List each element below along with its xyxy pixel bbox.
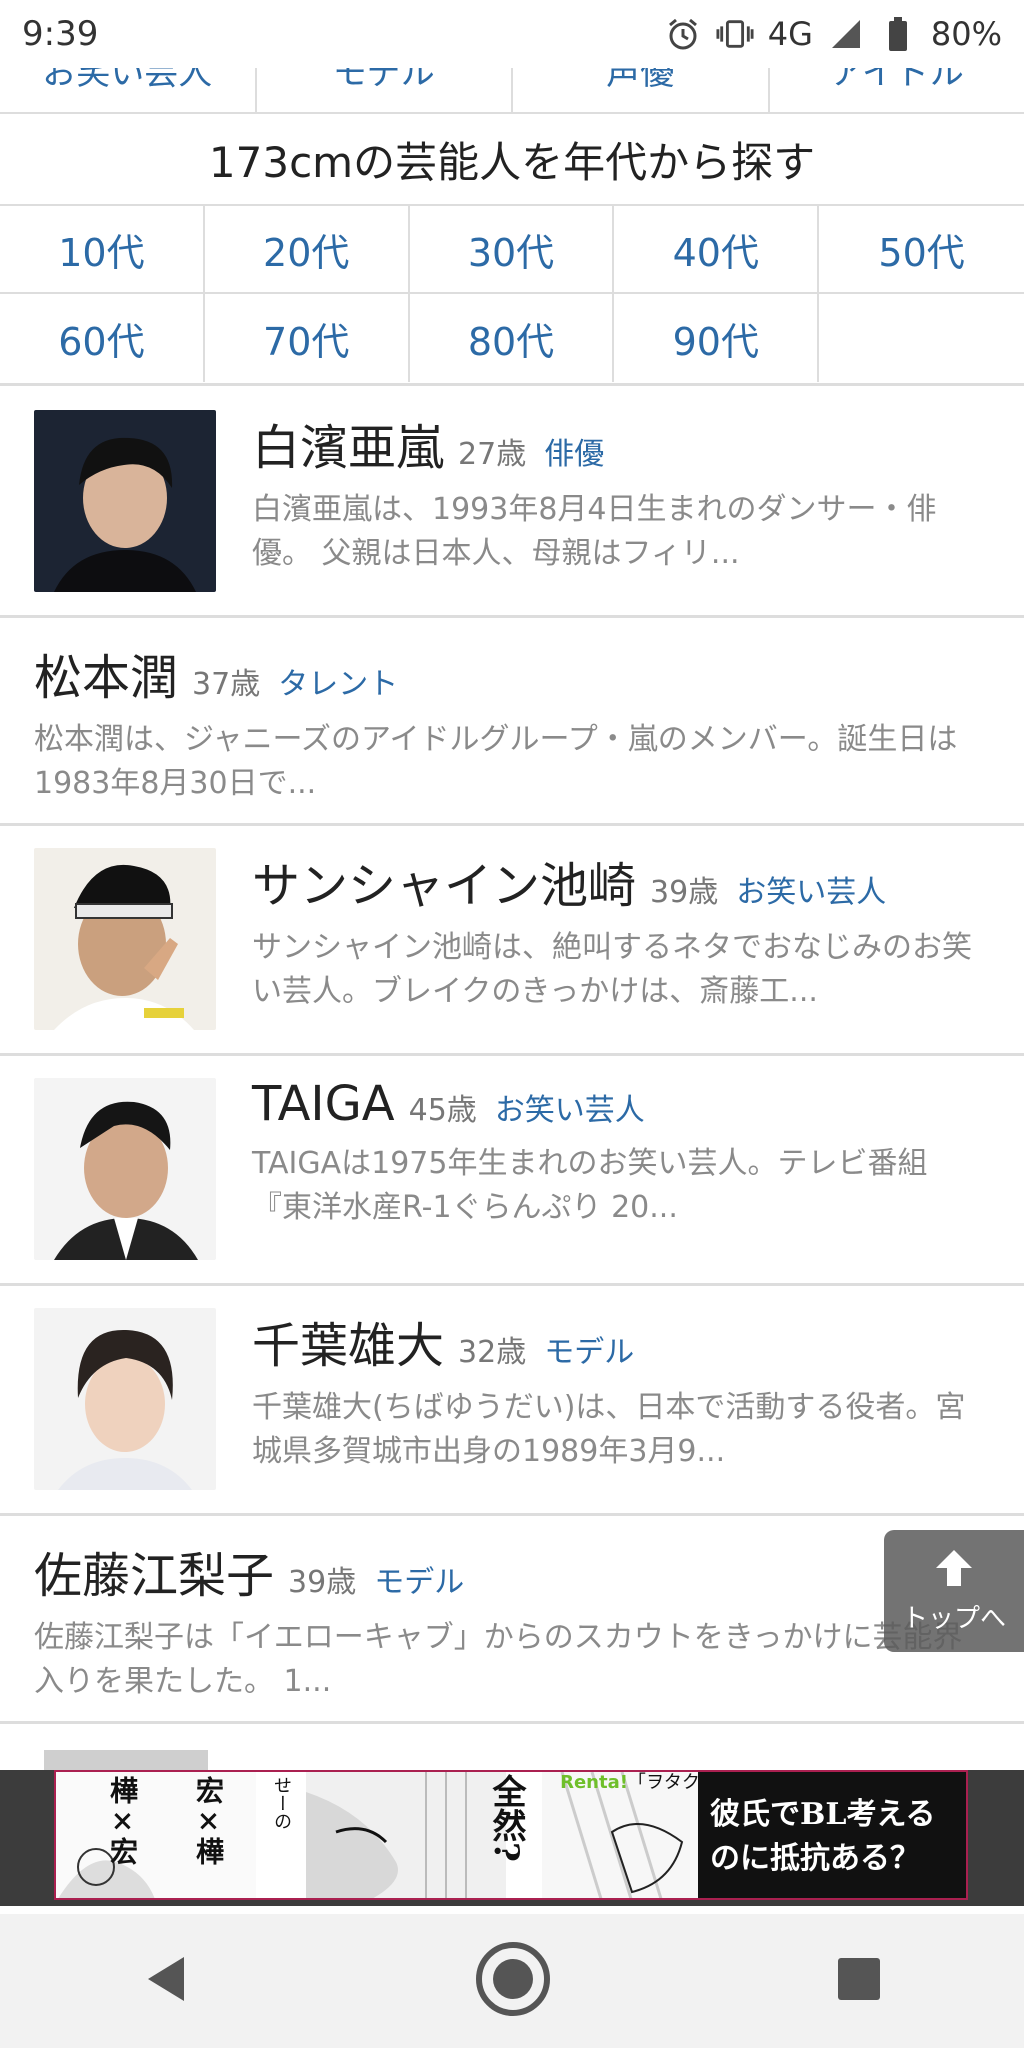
manga-panel-center bbox=[306, 1772, 506, 1898]
battery-percent: 80% bbox=[930, 15, 1002, 53]
ad-brand-name: Renta! bbox=[560, 1772, 628, 1793]
age-filter-grid: 10代 20代 30代 40代 50代 60代 70代 80代 90代 bbox=[0, 206, 1024, 386]
ad-creative[interactable]: 樺×宏 宏×樺 せーの 全然? Renta!「ヲタクに恋は難しい」©ふじた/一迅… bbox=[54, 1770, 968, 1900]
section-title: 173cmの芸能人を年代から探す bbox=[0, 114, 1024, 206]
person-photo[interactable] bbox=[34, 1308, 216, 1490]
list-item[interactable]: 松本潤 37歳 タレント 松本潤は、ジャニーズのアイドルグループ・嵐のメンバー。… bbox=[0, 618, 1024, 826]
person-age: 37歳 bbox=[192, 667, 261, 702]
person-description: 白濱亜嵐は、1993年8月4日生まれのダンサー・俳優。 父親は日本人、母親はフィ… bbox=[252, 492, 937, 571]
battery-icon bbox=[879, 15, 917, 53]
list-item[interactable]: 佐藤江梨子 39歳 モデル 佐藤江梨子は「イエローキャブ」からのスカウトをきっか… bbox=[0, 1516, 1024, 1724]
back-icon[interactable] bbox=[142, 1953, 190, 2009]
network-label: 4G bbox=[767, 15, 813, 53]
age-filter-20[interactable]: 20代 bbox=[204, 206, 410, 294]
person-category[interactable]: モデル bbox=[374, 1557, 464, 1601]
status-bar: 9:39 4G 80% bbox=[0, 0, 1024, 68]
person-list: 白濱亜嵐 27歳 俳優 白濱亜嵐は、1993年8月4日生まれのダンサー・俳優。 … bbox=[0, 388, 1024, 1724]
person-name[interactable]: TAIGA bbox=[252, 1076, 395, 1132]
ad-text-center: 全然? bbox=[486, 1774, 526, 1862]
vibrate-icon bbox=[716, 15, 754, 53]
ad-text-v1: 樺×宏 bbox=[106, 1776, 139, 1865]
person-description: サンシャイン池崎は、絶叫するネタでおなじみのお笑い芸人。ブレイクのきっかけは、斎… bbox=[252, 930, 972, 1009]
person-photo[interactable] bbox=[34, 1078, 216, 1260]
arrow-up-icon bbox=[932, 1548, 976, 1592]
person-name[interactable]: 松本潤 bbox=[34, 638, 178, 708]
alarm-icon bbox=[664, 15, 702, 53]
person-category[interactable]: モデル bbox=[544, 1327, 634, 1371]
age-filter-90[interactable]: 90代 bbox=[614, 294, 820, 382]
person-description: 千葉雄大(ちばゆうだい)は、日本で活動する役者。宮城県多賀城市出身の1989年3… bbox=[252, 1390, 966, 1469]
age-filter-30[interactable]: 30代 bbox=[409, 206, 615, 294]
back-to-top-label: トップへ bbox=[901, 1603, 1006, 1634]
list-item[interactable]: TAIGA 45歳 お笑い芸人 TAIGAは1975年生まれのお笑い芸人。テレビ… bbox=[0, 1056, 1024, 1286]
person-photo[interactable] bbox=[34, 410, 216, 592]
ad-banner[interactable]: 樺×宏 宏×樺 せーの 全然? Renta!「ヲタクに恋は難しい」©ふじた/一迅… bbox=[0, 1770, 1024, 1906]
list-item[interactable]: 白濱亜嵐 27歳 俳優 白濱亜嵐は、1993年8月4日生まれのダンサー・俳優。 … bbox=[0, 388, 1024, 618]
age-filter-10[interactable]: 10代 bbox=[0, 206, 205, 294]
age-filter-empty bbox=[819, 294, 1024, 382]
home-icon[interactable] bbox=[473, 1939, 553, 2023]
person-age: 32歳 bbox=[458, 1335, 527, 1370]
person-name[interactable]: サンシャイン池崎 bbox=[252, 846, 636, 916]
ad-headline: 彼氏でBL考える のに抵抗ある？ bbox=[698, 1772, 966, 1898]
person-age: 39歳 bbox=[650, 875, 719, 910]
list-item[interactable]: サンシャイン池崎 39歳 お笑い芸人 サンシャイン池崎は、絶叫するネタでおなじみ… bbox=[0, 826, 1024, 1056]
person-name[interactable]: 千葉雄大 bbox=[252, 1306, 444, 1376]
person-category[interactable]: お笑い芸人 bbox=[495, 1085, 645, 1129]
navigation-bar bbox=[0, 1914, 1024, 2048]
person-category[interactable]: タレント bbox=[278, 659, 398, 703]
age-filter-40[interactable]: 40代 bbox=[614, 206, 820, 294]
age-filter-70[interactable]: 70代 bbox=[205, 294, 410, 382]
person-age: 39歳 bbox=[288, 1565, 357, 1600]
recents-icon[interactable] bbox=[836, 1956, 882, 2006]
list-item[interactable]: 千葉雄大 32歳 モデル 千葉雄大(ちばゆうだい)は、日本で活動する役者。宮城県… bbox=[0, 1286, 1024, 1516]
person-age: 27歳 bbox=[458, 437, 527, 472]
back-to-top-button[interactable]: トップへ bbox=[884, 1530, 1024, 1652]
person-category[interactable]: 俳優 bbox=[544, 429, 604, 473]
ad-headline-line1: 彼氏でBL考える bbox=[710, 1797, 936, 1832]
person-photo[interactable] bbox=[34, 848, 216, 1030]
signal-icon bbox=[827, 15, 865, 53]
person-description: TAIGAは1975年生まれのお笑い芸人。テレビ番組『東洋水産R-1ぐらんぷり … bbox=[252, 1146, 928, 1225]
person-age: 45歳 bbox=[408, 1093, 477, 1128]
age-filter-60[interactable]: 60代 bbox=[0, 294, 205, 382]
ad-headline-line2: のに抵抗ある？ bbox=[710, 1841, 920, 1876]
ad-text-v2: 宏×樺 bbox=[192, 1776, 225, 1865]
partial-person-photo[interactable] bbox=[44, 1750, 208, 1772]
person-name[interactable]: 白濱亜嵐 bbox=[252, 408, 444, 478]
status-time: 9:39 bbox=[22, 14, 99, 54]
person-description: 佐藤江梨子は「イエローキャブ」からのスカウトをきっかけに芸能界入りを果たした。 … bbox=[34, 1620, 963, 1699]
person-category[interactable]: お笑い芸人 bbox=[736, 867, 886, 911]
age-filter-50[interactable]: 50代 bbox=[819, 206, 1024, 294]
person-name[interactable]: 佐藤江梨子 bbox=[34, 1536, 274, 1606]
status-icons: 4G 80% bbox=[664, 15, 1002, 53]
person-description: 松本潤は、ジャニーズのアイドルグループ・嵐のメンバー。誕生日は1983年8月30… bbox=[34, 722, 958, 801]
age-filter-80[interactable]: 80代 bbox=[410, 294, 615, 382]
ad-text-v3: せーの bbox=[271, 1776, 292, 1830]
